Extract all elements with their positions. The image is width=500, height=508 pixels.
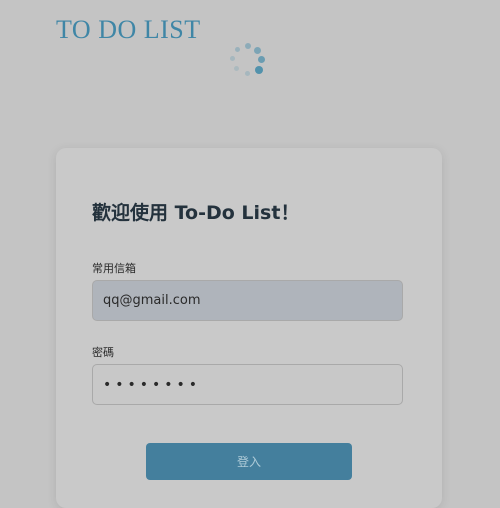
password-field[interactable]: •••••••• (92, 364, 403, 405)
email-field[interactable]: qq@gmail.com (92, 280, 403, 321)
password-label: 密碼 (92, 346, 114, 359)
spinner-icon (228, 42, 268, 82)
email-label: 常用信箱 (92, 262, 136, 275)
login-card: 歡迎使用 To-Do List！ 常用信箱 qq@gmail.com 密碼 ••… (56, 148, 442, 508)
welcome-title: 歡迎使用 To-Do List！ (92, 202, 300, 224)
app-logo: TO DO LIST (56, 15, 201, 44)
login-button[interactable]: 登入 (146, 443, 352, 480)
login-page: TO DO LIST 歡迎使用 To-Do List！ 常用信箱 qq@gmai… (0, 0, 500, 508)
